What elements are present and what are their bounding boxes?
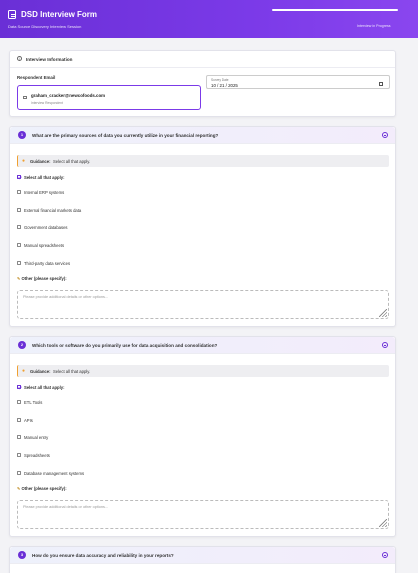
option-checkbox[interactable]	[17, 435, 21, 439]
guidance-box: ● Guidance: Select all that apply.	[17, 365, 389, 377]
collapse-icon[interactable]	[382, 552, 388, 558]
guidance-text: Select all that apply.	[53, 369, 91, 374]
section-title: Interview Information	[26, 57, 73, 62]
email-sublabel: Interview Respondent	[31, 101, 63, 105]
pencil-icon: ✎	[17, 486, 21, 491]
option-label: Manual entry	[24, 434, 49, 440]
lightbulb-icon: ●	[22, 158, 26, 164]
guidance-label: Guidance:	[30, 369, 51, 374]
date-value: 10 / 21 / 2025	[211, 83, 238, 88]
other-label-text: Other (please specify):	[21, 486, 67, 491]
option-checkbox[interactable]	[17, 243, 21, 247]
select-all-checkbox[interactable]	[17, 385, 21, 389]
survey-date-field[interactable]: Survey Date 10 / 21 / 2025	[206, 75, 390, 89]
guidance-box: ● Guidance: Select all that apply.	[17, 155, 389, 167]
option-checkbox[interactable]	[17, 418, 21, 422]
guidance-text: Select all that apply.	[53, 159, 91, 164]
option-label: External financial markets data	[24, 207, 82, 213]
interview-status: Interview in Progress	[357, 24, 391, 28]
select-all-label: Select all that apply:	[24, 384, 65, 390]
option-label: Government databases	[24, 224, 68, 230]
question-header-3[interactable]: 3 How do you ensure data accuracy and re…	[10, 547, 395, 564]
mail-icon	[23, 96, 27, 99]
question-header-1[interactable]: 1 What are the primary sources of data y…	[10, 127, 395, 144]
date-label: Survey Date	[211, 78, 229, 82]
option-checkbox[interactable]	[17, 208, 21, 212]
option-checkbox[interactable]	[17, 225, 21, 229]
textarea-placeholder: Please provide additional details or oth…	[23, 505, 109, 509]
question-text: What are the primary sources of data you…	[32, 133, 219, 138]
option-checkbox[interactable]	[17, 453, 21, 457]
pencil-icon: ✎	[17, 276, 21, 281]
email-label: Respondent Email	[17, 75, 56, 80]
clipboard-icon	[8, 10, 16, 19]
calendar-icon[interactable]	[379, 82, 383, 86]
question-text: How do you ensure data accuracy and reli…	[32, 553, 174, 558]
resize-handle-icon[interactable]	[379, 519, 387, 527]
page-subtitle: Data Source Discovery Interview Session	[8, 24, 82, 29]
question-header-2[interactable]: 2 Which tools or software do you primari…	[10, 337, 395, 354]
resize-handle-icon[interactable]	[379, 309, 387, 317]
question-number: 2	[18, 341, 26, 349]
other-textarea[interactable]: Please provide additional details or oth…	[17, 290, 389, 319]
other-textarea[interactable]: Please provide additional details or oth…	[17, 500, 389, 529]
option-checkbox[interactable]	[17, 400, 21, 404]
option-checkbox[interactable]	[17, 190, 21, 194]
interview-info-card: i Interview Information Respondent Email…	[9, 50, 396, 117]
question-number: 1	[18, 131, 26, 139]
page-title: DSD Interview Form	[21, 10, 98, 19]
question-number: 3	[18, 551, 26, 559]
collapse-icon[interactable]	[382, 132, 388, 138]
option-label: APIs	[24, 417, 33, 423]
lightbulb-icon: ●	[22, 368, 26, 374]
other-label-text: Other (please specify):	[21, 276, 67, 281]
option-label: ETL Tools	[24, 399, 43, 405]
option-label: Third-party data services	[24, 260, 71, 266]
progress-bar	[272, 9, 398, 11]
guidance-label: Guidance:	[30, 159, 51, 164]
question-card-2: 2 Which tools or software do you primari…	[9, 336, 396, 537]
select-all-label: Select all that apply:	[24, 174, 65, 180]
email-value: graham_cracker@newcofoods.com	[31, 93, 106, 98]
other-label: ✎Other (please specify):	[17, 486, 67, 491]
question-card-3: 3 How do you ensure data accuracy and re…	[9, 546, 396, 573]
option-checkbox[interactable]	[17, 261, 21, 265]
email-field[interactable]: graham_cracker@newcofoods.com Interview …	[17, 85, 201, 110]
option-label: Manual spreadsheets	[24, 242, 65, 248]
interview-info-header: i Interview Information	[10, 51, 395, 68]
option-label: Spreadsheets	[24, 452, 50, 458]
app-header: DSD Interview Form Data Source Discovery…	[0, 0, 418, 38]
textarea-placeholder: Please provide additional details or oth…	[23, 295, 109, 299]
question-card-1: 1 What are the primary sources of data y…	[9, 126, 396, 327]
option-label: Internal ERP systems	[24, 189, 65, 195]
select-all-checkbox[interactable]	[17, 175, 21, 179]
info-icon: i	[17, 56, 22, 61]
collapse-icon[interactable]	[382, 342, 388, 348]
other-label: ✎Other (please specify):	[17, 276, 67, 281]
question-text: Which tools or software do you primarily…	[32, 343, 218, 348]
option-checkbox[interactable]	[17, 471, 21, 475]
option-label: Database management systems	[24, 470, 85, 476]
